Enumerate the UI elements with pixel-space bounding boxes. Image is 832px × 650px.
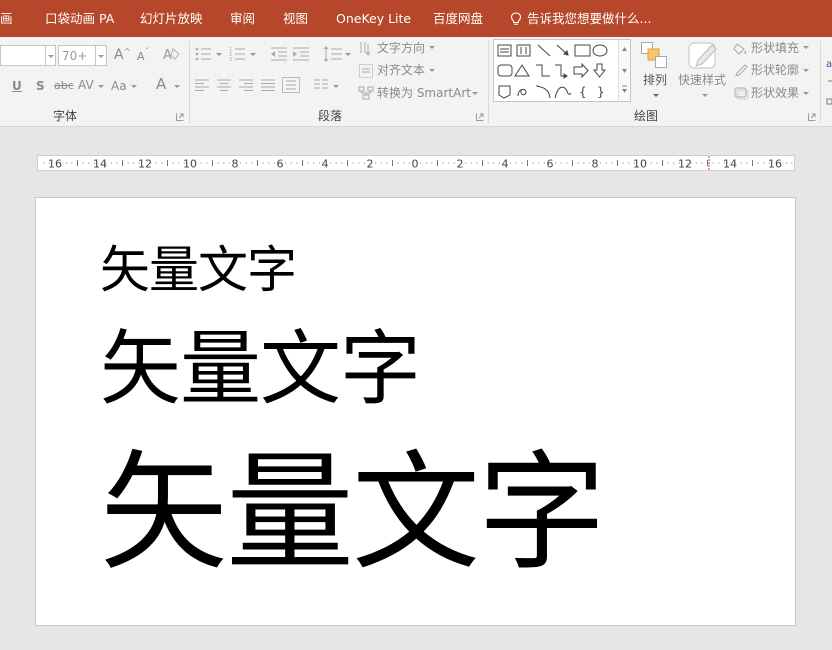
- bullets-icon[interactable]: [195, 46, 213, 62]
- shapes-gallery[interactable]: { }: [493, 39, 631, 102]
- shape-outline-button[interactable]: 形状轮廓: [751, 61, 799, 79]
- columns-icon[interactable]: [313, 78, 329, 92]
- line-spacing-icon[interactable]: [323, 45, 343, 63]
- paragraph-dialog-launcher-icon[interactable]: [476, 113, 484, 121]
- vector-text-large[interactable]: 矢量文字: [100, 450, 606, 578]
- ribbon: 70+ A ^ A ˇ A U S abc AV Aa A 字体 123 文字方…: [0, 37, 832, 127]
- ruler-label: 10: [633, 158, 647, 171]
- ruler-label: 2: [457, 158, 464, 171]
- menu-tab-view[interactable]: 视图: [283, 0, 308, 37]
- shrink-font-button[interactable]: A: [137, 48, 145, 66]
- character-spacing-button[interactable]: AV: [78, 76, 94, 94]
- ruler-label: 2: [367, 158, 374, 171]
- ruler-label: 6: [547, 158, 554, 171]
- menu-tab-review[interactable]: 审阅: [230, 0, 255, 37]
- increase-indent-icon[interactable]: [292, 46, 310, 62]
- slide-canvas[interactable]: 矢量文字 矢量文字 矢量文字: [35, 197, 796, 626]
- ruler-label: 4: [322, 158, 329, 171]
- ruler-label: 8: [592, 158, 599, 171]
- menu-tab-animation-partial[interactable]: 画: [0, 0, 13, 37]
- shapes-gallery-icons: { }: [497, 44, 608, 99]
- font-size-input[interactable]: 70+: [58, 45, 96, 66]
- svg-text:a: a: [826, 59, 832, 70]
- ruler-label: 14: [723, 158, 737, 171]
- svg-text:{: {: [579, 85, 587, 99]
- tell-me-text: 告诉我您想要做什么...: [527, 11, 652, 26]
- editing-group-partial-icon[interactable]: a: [824, 55, 832, 105]
- grow-font-caret: ^: [124, 47, 131, 56]
- text-direction-button[interactable]: 文字方向: [377, 39, 425, 57]
- convert-smartart-button[interactable]: 转换为 SmartArt: [377, 84, 471, 102]
- ruler-label: 8: [232, 158, 239, 171]
- paragraph-group-label: 段落: [317, 109, 342, 123]
- strikethrough-button[interactable]: abc: [54, 77, 74, 95]
- ruler-label: 12: [138, 158, 152, 171]
- quick-styles-icon[interactable]: [686, 40, 720, 72]
- ruler-scale: 16 14 12 10 8 6 4 2 0 2 4 6 8 10 12 14 16: [43, 156, 793, 171]
- ruler-label: 10: [183, 158, 197, 171]
- smartart-icon[interactable]: [358, 85, 374, 101]
- grow-font-button[interactable]: A: [114, 46, 124, 64]
- text-direction-icon[interactable]: [358, 41, 374, 57]
- font-dialog-launcher-icon[interactable]: [176, 113, 184, 121]
- shape-effects-icon[interactable]: [733, 85, 749, 101]
- shape-effects-button[interactable]: 形状效果: [751, 84, 799, 102]
- group-separator: [488, 41, 489, 123]
- drawing-dialog-launcher-icon[interactable]: [808, 113, 816, 121]
- group-separator: [820, 41, 821, 123]
- align-text-icon[interactable]: [358, 63, 374, 79]
- drawing-group-label: 绘图: [633, 109, 658, 123]
- shapes-gallery-scroll[interactable]: [618, 40, 630, 101]
- svg-text:3: 3: [229, 57, 232, 62]
- arrange-button[interactable]: 排列: [643, 71, 667, 89]
- justify-icon[interactable]: [260, 78, 276, 92]
- svg-text:}: }: [597, 85, 605, 99]
- font-color-button[interactable]: A: [156, 75, 166, 93]
- clear-formatting-icon[interactable]: A: [162, 45, 182, 63]
- ruler-label: 16: [768, 158, 782, 171]
- ruler-label: 6: [277, 158, 284, 171]
- horizontal-ruler[interactable]: 16 14 12 10 8 6 4 2 0 2 4 6 8 10 12 14 16: [37, 155, 795, 171]
- font-size-dropdown[interactable]: [96, 45, 107, 66]
- menu-tab-onekey-lite[interactable]: OneKey Lite: [336, 0, 411, 37]
- change-case-button[interactable]: Aa: [111, 77, 127, 95]
- vector-text-medium[interactable]: 矢量文字: [100, 330, 421, 411]
- lightbulb-icon: [510, 11, 522, 25]
- ruler-label: 12: [678, 158, 692, 171]
- group-separator: [189, 41, 190, 123]
- menu-tab-baidu-netdisk[interactable]: 百度网盘: [433, 0, 483, 37]
- underline-button[interactable]: U: [12, 77, 22, 95]
- menu-tab-slideshow[interactable]: 幻灯片放映: [140, 0, 203, 37]
- text-shadow-button[interactable]: S: [36, 77, 45, 95]
- font-name-dropdown[interactable]: [46, 45, 56, 66]
- ruler-label: 16: [48, 158, 62, 171]
- svg-text:A: A: [163, 48, 172, 63]
- ruler-label: 0: [412, 158, 419, 171]
- decrease-indent-icon[interactable]: [270, 46, 288, 62]
- numbering-icon[interactable]: 123: [229, 46, 247, 62]
- ruler-label: 4: [502, 158, 509, 171]
- shape-fill-icon[interactable]: [733, 41, 749, 57]
- arrange-icon[interactable]: [640, 41, 668, 71]
- menu-tab-pocket-animation[interactable]: 口袋动画 PA: [45, 0, 114, 37]
- shape-fill-button[interactable]: 形状填充: [751, 39, 799, 57]
- shrink-font-caret: ˇ: [145, 47, 149, 56]
- font-size-value: 70+: [62, 49, 88, 63]
- tell-me-search[interactable]: 告诉我您想要做什么...: [510, 0, 651, 37]
- font-group-label: 字体: [52, 109, 77, 123]
- distributed-icon[interactable]: [282, 77, 300, 93]
- vector-text-small[interactable]: 矢量文字: [100, 245, 297, 295]
- align-left-icon[interactable]: [194, 78, 210, 92]
- menu-bar: 画 口袋动画 PA 幻灯片放映 审阅 视图 OneKey Lite 百度网盘 告…: [0, 0, 832, 37]
- ruler-label: 14: [93, 158, 107, 171]
- align-text-button[interactable]: 对齐文本: [377, 61, 425, 79]
- quick-styles-button[interactable]: 快速样式: [678, 71, 726, 89]
- gallery-scroll-arrows-icon: [622, 47, 627, 93]
- align-right-icon[interactable]: [238, 78, 254, 92]
- shape-outline-icon[interactable]: [733, 63, 749, 79]
- align-center-icon[interactable]: [216, 78, 232, 92]
- font-name-input[interactable]: [0, 45, 46, 66]
